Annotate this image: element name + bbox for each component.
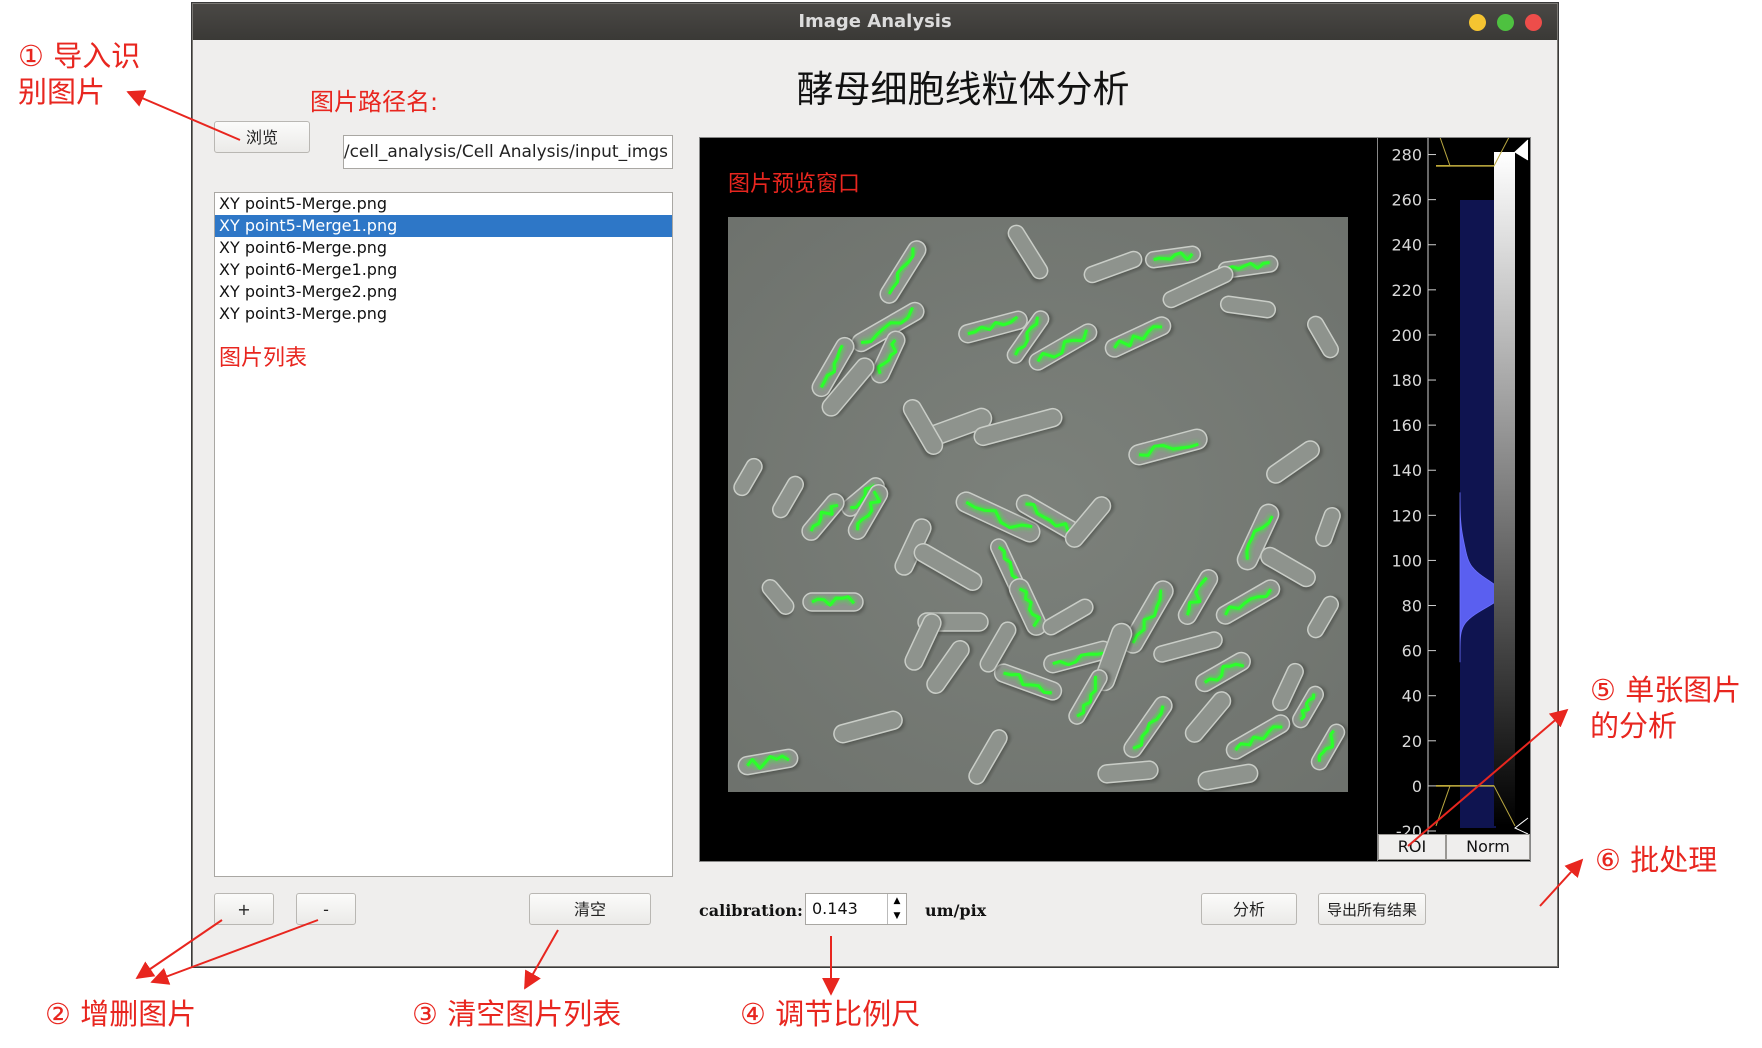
histogram-chart: 280260240220200180160140120100806040200-…	[1391, 138, 1529, 834]
tick-label: 20	[1402, 732, 1422, 751]
gradient-bar[interactable]	[1494, 152, 1515, 826]
clear-list-button[interactable]: 清空	[529, 893, 651, 925]
list-item[interactable]: XY point3-Merge.png	[215, 303, 672, 325]
path-value: hogn/cell_analysis/Cell Analysis/input_i…	[343, 142, 668, 162]
tick-label: 60	[1402, 642, 1422, 661]
annotation-3: ③ 清空图片列表	[412, 997, 622, 1031]
yeast-cell	[802, 592, 865, 614]
tick-label: 280	[1391, 146, 1422, 165]
annotation-5-line2: 的分析	[1590, 709, 1678, 743]
annotation-5: ⑤ 单张图片 的分析	[1590, 672, 1741, 744]
list-item[interactable]: XY point6-Merge1.png	[215, 259, 672, 281]
window-title: Image Analysis	[798, 11, 952, 32]
annotation-2: ② 增删图片	[45, 997, 197, 1031]
micrograph-image	[728, 217, 1348, 792]
list-item[interactable]: XY point5-Merge.png	[215, 193, 672, 215]
annotation-1-line1: ① 导入识	[18, 39, 141, 73]
histogram-panel: 280 260 240 220 200 180 160 140 120 100 80 60 40 20 0-…	[1377, 137, 1531, 862]
calibration-spinbox[interactable]: 0.143 ▲ ▼	[805, 893, 907, 925]
tick-label: 180	[1391, 371, 1422, 390]
browse-button[interactable]: 浏览	[214, 121, 310, 153]
spin-up-icon[interactable]: ▲	[887, 894, 906, 909]
annotation-5-line1: ⑤ 单张图片	[1590, 673, 1742, 707]
calibration-label: calibration:	[699, 901, 803, 920]
tick-label: -20	[1396, 822, 1422, 834]
list-item[interactable]: XY point3-Merge2.png	[215, 281, 672, 303]
gradient-handle-bottom[interactable]	[1514, 817, 1529, 834]
annotation-1: ① 导入识 别图片	[18, 38, 140, 110]
tick-label: 0	[1412, 777, 1422, 796]
page-title: 酵母细胞线粒体分析	[796, 68, 1130, 111]
file-list[interactable]: XY point5-Merge.png XY point5-Merge1.png X…	[214, 192, 673, 877]
tick-label: 140	[1391, 461, 1422, 480]
preview-label: 图片预览窗口	[728, 172, 861, 197]
annotation-6: ⑥ 批处理	[1595, 843, 1718, 877]
path-input[interactable]: hogn/cell_analysis/Cell Analysis/input_i…	[343, 135, 673, 169]
annotation-4: ④ 调节比例尺	[740, 997, 921, 1031]
tick-label: 100	[1391, 551, 1422, 570]
title-bar: Image Analysis	[193, 4, 1557, 40]
norm-button[interactable]: Norm	[1446, 834, 1530, 860]
tick-label: 160	[1391, 416, 1422, 435]
file-list-label: 图片列表	[219, 346, 308, 371]
histogram-range-area	[1460, 200, 1496, 828]
tick-label: 240	[1391, 236, 1422, 255]
export-all-button[interactable]: 导出所有结果	[1318, 893, 1426, 925]
spin-down-icon[interactable]: ▼	[887, 909, 906, 924]
roi-button[interactable]: ROI	[1378, 834, 1446, 860]
analyze-button[interactable]: 分析	[1201, 893, 1297, 925]
file-items: XY point5-Merge.png XY point5-Merge1.png X…	[215, 193, 672, 325]
remove-image-button[interactable]: -	[296, 893, 356, 925]
tick-label: 260	[1391, 191, 1422, 210]
tick-label: 200	[1391, 326, 1422, 345]
path-label: 图片路径名:	[310, 88, 439, 116]
tick-label: 40	[1402, 687, 1422, 706]
main-window: Image Analysis 酵母细胞线粒体分析 图片路径名: 浏览 hogn/…	[192, 3, 1558, 967]
close-button[interactable]	[1525, 14, 1542, 31]
calibration-value: 0.143	[812, 899, 858, 918]
add-image-button[interactable]: +	[214, 893, 274, 925]
minimize-button[interactable]	[1469, 14, 1486, 31]
annotation-1-line2: 别图片	[18, 75, 106, 109]
tick-label: 220	[1391, 281, 1422, 300]
tick-label: 120	[1391, 506, 1422, 525]
gradient-handle-top[interactable]	[1514, 139, 1529, 161]
image-preview: 图片预览窗口	[699, 137, 1379, 862]
list-item[interactable]: XY point5-Merge1.png	[215, 215, 672, 237]
unit-label: um/pix	[925, 901, 987, 920]
list-item[interactable]: XY point6-Merge.png	[215, 237, 672, 259]
maximize-button[interactable]	[1497, 14, 1514, 31]
tick-label: 80	[1402, 597, 1422, 616]
